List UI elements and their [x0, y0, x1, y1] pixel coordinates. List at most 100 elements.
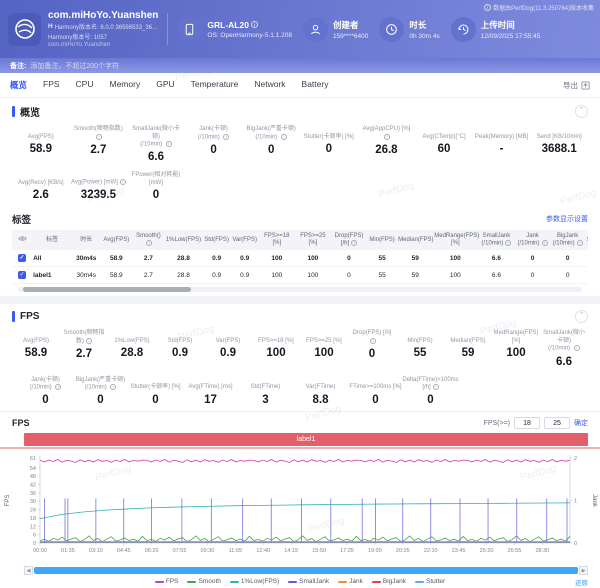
- metric-value: 0: [404, 394, 457, 406]
- svg-text:19:00: 19:00: [368, 548, 382, 554]
- info-icon[interactable]: i: [577, 240, 583, 246]
- cell-value: 0.9: [203, 250, 231, 267]
- tag-name: All: [32, 250, 72, 267]
- device-os: OS: OpenHarmony-5.1.1.208: [207, 32, 292, 39]
- app-icon: [8, 13, 41, 46]
- info-icon[interactable]: i: [370, 338, 376, 344]
- column-header: 1%Low(FPS): [164, 230, 202, 250]
- info-icon[interactable]: i: [574, 345, 580, 351]
- collapse-overview-button[interactable]: ˇ: [575, 105, 588, 118]
- legend-color-dash: [372, 581, 381, 583]
- info-icon[interactable]: i: [384, 134, 390, 140]
- label1-range-bar[interactable]: label1: [24, 433, 588, 446]
- column-header: Var(FPS): [231, 230, 259, 250]
- chart-scrollbar-thumb[interactable]: [34, 567, 578, 574]
- svg-text:04:45: 04:45: [117, 548, 131, 554]
- tab-cpu[interactable]: CPU: [76, 79, 94, 91]
- metric-value: -: [474, 143, 530, 155]
- column-header: MedRange(FPS)[%]: [433, 230, 477, 250]
- column-header: BigJank(/10min)i: [550, 230, 586, 250]
- visibility-eye-icon[interactable]: [18, 235, 27, 242]
- info-icon[interactable]: i: [281, 134, 287, 140]
- tab-temperature[interactable]: Temperature: [191, 79, 239, 91]
- metric-value: 8.8: [294, 394, 347, 406]
- chart-scrollbar: ◀ ▶: [24, 566, 588, 575]
- device-name: GRL-AL20: [207, 20, 249, 30]
- info-icon[interactable]: i: [86, 338, 92, 344]
- info-icon[interactable]: i: [223, 134, 229, 140]
- cell-value: 100: [259, 267, 295, 284]
- legend-item-smalljank[interactable]: SmallJank: [288, 578, 329, 585]
- cell-value: 28.8: [164, 267, 202, 284]
- metric-value: 0: [129, 394, 182, 406]
- restore-zoom-link[interactable]: 还原: [575, 577, 588, 587]
- metric: Smooth(顺畅指数)i2.7: [70, 124, 128, 165]
- tags-title: 标签: [12, 212, 31, 226]
- metric: BigJank(严重卡顿)(/10min) i0: [242, 124, 300, 165]
- overview-metrics-row2: Avg(Recv) [KB/s]2.6Avg(Power) [mW]i3239.…: [12, 170, 588, 203]
- device-info-icon[interactable]: i: [251, 21, 258, 28]
- svg-text:24: 24: [30, 508, 36, 514]
- info-icon[interactable]: i: [146, 240, 152, 246]
- metric: Avg(AppCPU) [%]i26.8: [358, 124, 416, 165]
- table-scrollbar-thumb[interactable]: [23, 287, 191, 292]
- svg-text:09:30: 09:30: [201, 548, 215, 554]
- tab-overview[interactable]: 概览: [10, 79, 27, 91]
- legend-item-stutter[interactable]: Stutter: [415, 578, 445, 585]
- cell-value: 30m4s: [72, 250, 100, 267]
- tab-memory[interactable]: Memory: [110, 79, 141, 91]
- svg-text:30: 30: [30, 499, 36, 505]
- legend-item-1-low-fps-[interactable]: 1%Low(FPS): [230, 578, 279, 585]
- legend-item-jank[interactable]: Jank: [338, 578, 363, 585]
- scroll-right-arrow[interactable]: ▶: [579, 566, 588, 575]
- cell-value: 55: [367, 250, 397, 267]
- cell-value: 59: [397, 250, 433, 267]
- metric: SmallJank(微小卡顿)(/10min) i6.6: [127, 124, 185, 165]
- scroll-left-arrow[interactable]: ◀: [24, 566, 33, 575]
- legend-item-fps[interactable]: FPS: [155, 578, 179, 585]
- cell-value: 55: [367, 267, 397, 284]
- row-checkbox[interactable]: ✓: [18, 271, 26, 279]
- confirm-button[interactable]: 确定: [574, 418, 588, 428]
- metric: Avg(FTime) [ms]17: [183, 375, 238, 409]
- cell-value: 100: [295, 267, 331, 284]
- section-divider: [0, 296, 600, 304]
- legend-item-bigjank[interactable]: BigJank: [372, 578, 406, 585]
- phone-icon: [177, 17, 202, 42]
- info-icon[interactable]: i: [110, 384, 116, 390]
- metric: Peak(Memory) [MB]-: [473, 124, 531, 165]
- tab-battery[interactable]: Battery: [302, 79, 329, 91]
- metric-value: 26.8: [359, 144, 415, 156]
- metric: BigJank(严重卡顿)(/10min) i0: [73, 375, 128, 409]
- info-icon[interactable]: i: [120, 179, 126, 185]
- row-checkbox[interactable]: ✓: [18, 254, 26, 262]
- metric: Stutter(卡顿率) [%]0: [300, 124, 358, 165]
- info-icon[interactable]: i: [96, 134, 102, 140]
- export-button[interactable]: 导出: [563, 80, 590, 91]
- remark-bar[interactable]: 备注: 添加备注，不超过200个字符: [0, 58, 600, 73]
- legend-item-smooth[interactable]: Smooth: [187, 578, 220, 585]
- fps-threshold-input-2[interactable]: [544, 417, 570, 429]
- info-icon[interactable]: i: [166, 141, 172, 147]
- remark-label: 备注:: [10, 61, 26, 71]
- parameter-display-settings-link[interactable]: 参数显示设置: [546, 214, 588, 224]
- tags-table-wrap: 标签时长Avg(FPS)Smooth()i1%Low(FPS)Std(FPS)V…: [12, 230, 588, 284]
- metric-value: 58.9: [13, 143, 69, 155]
- fps-threshold-input-1[interactable]: [514, 417, 540, 429]
- info-icon[interactable]: i: [55, 384, 61, 390]
- collapse-fps-button[interactable]: ˇ: [575, 310, 588, 323]
- column-header: Drop(FPS) [/h]i: [331, 230, 367, 250]
- tab-network[interactable]: Network: [254, 79, 285, 91]
- svg-text:01:35: 01:35: [61, 548, 75, 554]
- svg-text:20:35: 20:35: [396, 548, 410, 554]
- info-icon[interactable]: i: [542, 240, 548, 246]
- info-icon[interactable]: i: [505, 240, 511, 246]
- tab-gpu[interactable]: GPU: [156, 79, 174, 91]
- info-icon[interactable]: i: [351, 240, 357, 246]
- device-block: GRL-AL20i OS: OpenHarmony-5.1.1.208: [177, 17, 292, 42]
- tab-fps[interactable]: FPS: [43, 79, 60, 91]
- info-icon[interactable]: i: [433, 384, 439, 390]
- metric-value: 2.7: [71, 144, 127, 156]
- column-header: FPS>=25 [%]: [295, 230, 331, 250]
- metric-value: 6.6: [541, 356, 587, 368]
